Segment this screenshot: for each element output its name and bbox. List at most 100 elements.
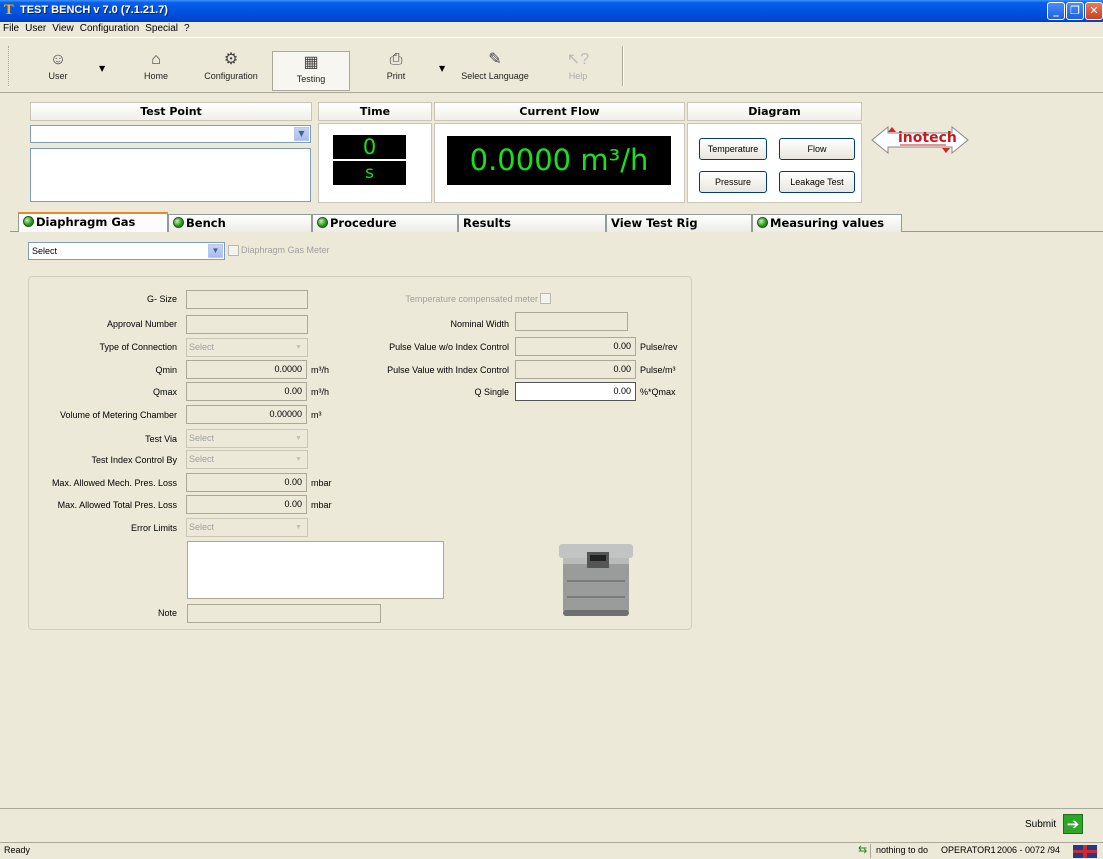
pulse-with-index-field[interactable]: 0.00 bbox=[515, 360, 636, 379]
time-unit-display: s bbox=[333, 161, 406, 185]
testing-button-label: Testing bbox=[296, 74, 326, 84]
tab-view-test-rig[interactable]: View Test Rig bbox=[606, 214, 752, 232]
test-index-control-label: Test Index Control By bbox=[91, 455, 177, 465]
print-dropdown-arrow[interactable]: ▼ bbox=[439, 64, 445, 73]
home-button[interactable]: ⌂ Home bbox=[126, 49, 186, 89]
menu-bar: File User View Configuration Special? bbox=[0, 22, 1103, 36]
meter-type-select-value: Select bbox=[32, 246, 58, 256]
nominal-width-label: Nominal Width bbox=[450, 319, 509, 329]
max-total-loss-field[interactable]: 0.00 bbox=[186, 495, 307, 514]
submit-arrow-icon[interactable]: ➔ bbox=[1063, 814, 1083, 834]
nominal-width-field[interactable] bbox=[515, 312, 628, 331]
menu-file[interactable]: File bbox=[0, 22, 22, 34]
status-code: 2006 - 0072 /94 bbox=[997, 845, 1061, 855]
max-mech-loss-field[interactable]: 0.00 bbox=[186, 473, 307, 492]
menu-help[interactable]: ? bbox=[181, 22, 193, 34]
diaphragm-checkbox[interactable] bbox=[228, 245, 239, 256]
current-flow-header: Current Flow bbox=[434, 102, 685, 121]
pulse-with-index-unit: Pulse/m³ bbox=[640, 365, 676, 375]
test-point-description bbox=[30, 148, 311, 202]
diaphragm-checkbox-label: Diaphragm Gas Meter bbox=[241, 245, 330, 255]
qmin-field[interactable]: 0.0000 bbox=[186, 360, 307, 379]
inotech-logo: inotech bbox=[870, 123, 970, 157]
temperature-diagram-button[interactable]: Temperature bbox=[699, 138, 767, 160]
type-of-connection-label: Type of Connection bbox=[99, 342, 177, 352]
approval-number-field[interactable] bbox=[186, 315, 308, 334]
testing-button[interactable]: ▦ Testing bbox=[272, 51, 350, 91]
tab-label: Results bbox=[463, 216, 511, 230]
tab-bench[interactable]: Bench bbox=[168, 214, 312, 232]
time-value-display: 0 bbox=[333, 135, 406, 159]
test-point-select[interactable]: ▼ bbox=[30, 125, 311, 143]
test-index-control-select[interactable]: Select ▼ bbox=[186, 450, 308, 469]
home-icon: ⌂ bbox=[151, 51, 161, 68]
q-single-field[interactable]: 0.00 bbox=[515, 382, 636, 401]
status-led-icon bbox=[757, 217, 768, 228]
max-total-loss-label: Max. Allowed Total Pres. Loss bbox=[57, 500, 177, 510]
test-via-select[interactable]: Select ▼ bbox=[186, 429, 308, 448]
menu-view[interactable]: View bbox=[49, 22, 77, 34]
error-limits-select[interactable]: Select ▼ bbox=[186, 518, 308, 537]
test-point-header: Test Point bbox=[30, 102, 312, 121]
tab-results[interactable]: Results bbox=[458, 214, 606, 232]
print-button[interactable]: ⎙ Print bbox=[366, 49, 426, 89]
volume-chamber-field[interactable]: 0.00000 bbox=[186, 405, 307, 424]
close-button[interactable]: ✕ bbox=[1085, 2, 1103, 20]
pressure-diagram-button[interactable]: Pressure bbox=[699, 171, 767, 193]
status-message: nothing to do bbox=[876, 845, 929, 855]
help-button[interactable]: ↖? Help bbox=[548, 49, 608, 89]
print-button-label: Print bbox=[386, 71, 406, 81]
configuration-button-label: Configuration bbox=[204, 71, 258, 81]
note-field[interactable] bbox=[187, 604, 381, 623]
user-button[interactable]: ☺ User bbox=[28, 49, 88, 89]
tab-diaphragm-gas-meter[interactable]: Diaphragm Gas Meter bbox=[18, 212, 168, 246]
printer-icon: ⎙ bbox=[389, 51, 403, 68]
tab-measuring-values[interactable]: Measuring values bbox=[752, 214, 902, 232]
configuration-button[interactable]: ⚙ Configuration bbox=[198, 49, 264, 89]
select-language-button[interactable]: ✎ Select Language bbox=[456, 49, 534, 89]
menu-user[interactable]: User bbox=[22, 22, 49, 34]
flow-diagram-button[interactable]: Flow bbox=[779, 138, 855, 160]
status-operator: OPERATOR1 bbox=[941, 845, 996, 855]
chevron-down-icon: ▼ bbox=[295, 344, 302, 351]
chevron-down-icon: ▼ bbox=[295, 524, 302, 531]
pulse-with-index-label: Pulse Value with Index Control bbox=[387, 365, 509, 375]
leakage-test-diagram-button[interactable]: Leakage Test bbox=[779, 171, 855, 193]
meter-type-select[interactable]: Select ▼ bbox=[28, 242, 225, 260]
status-led-icon bbox=[173, 217, 184, 228]
max-total-loss-unit: mbar bbox=[311, 500, 332, 510]
q-single-unit: %*Qmax bbox=[640, 387, 676, 397]
tab-procedure[interactable]: Procedure bbox=[312, 214, 458, 232]
chevron-down-icon: ▼ bbox=[208, 244, 223, 258]
uk-flag-icon[interactable] bbox=[1073, 845, 1097, 858]
status-led-icon bbox=[317, 217, 328, 228]
qmax-field[interactable]: 0.00 bbox=[186, 382, 307, 401]
tab-label: Bench bbox=[186, 216, 226, 230]
pulse-wo-index-field[interactable]: 0.00 bbox=[515, 337, 636, 356]
menu-special[interactable]: Special bbox=[142, 22, 181, 34]
temp-compensated-checkbox[interactable] bbox=[540, 293, 551, 304]
testing-icon: ▦ bbox=[303, 54, 319, 71]
toolbar-separator bbox=[622, 46, 624, 86]
g-size-field[interactable] bbox=[186, 290, 308, 309]
chevron-down-icon: ▼ bbox=[295, 456, 302, 463]
submit-label[interactable]: Submit bbox=[1025, 819, 1056, 830]
menu-configuration[interactable]: Configuration bbox=[77, 22, 142, 34]
diagram-header: Diagram bbox=[687, 102, 862, 121]
logo-text: inotech bbox=[898, 130, 957, 146]
user-button-label: User bbox=[48, 71, 68, 81]
current-flow-display: 0.0000 m³/h bbox=[447, 136, 671, 185]
tab-label: View Test Rig bbox=[611, 216, 698, 230]
select-placeholder: Select bbox=[189, 433, 215, 443]
user-dropdown-arrow[interactable]: ▼ bbox=[99, 64, 105, 73]
toolbar: ☺ User ▼ ⌂ Home ⚙ Configuration ▦ Testin… bbox=[0, 37, 1103, 93]
select-placeholder: Select bbox=[189, 342, 215, 352]
qmin-label: Qmin bbox=[155, 365, 177, 375]
connection-icon: ⇆ bbox=[858, 844, 868, 856]
type-of-connection-select[interactable]: Select ▼ bbox=[186, 338, 308, 357]
note-area[interactable] bbox=[187, 541, 444, 599]
maximize-button[interactable]: ❐ bbox=[1066, 2, 1084, 20]
minimize-button[interactable]: _ bbox=[1047, 2, 1065, 20]
approval-number-label: Approval Number bbox=[106, 319, 177, 329]
test-via-label: Test Via bbox=[145, 434, 177, 444]
